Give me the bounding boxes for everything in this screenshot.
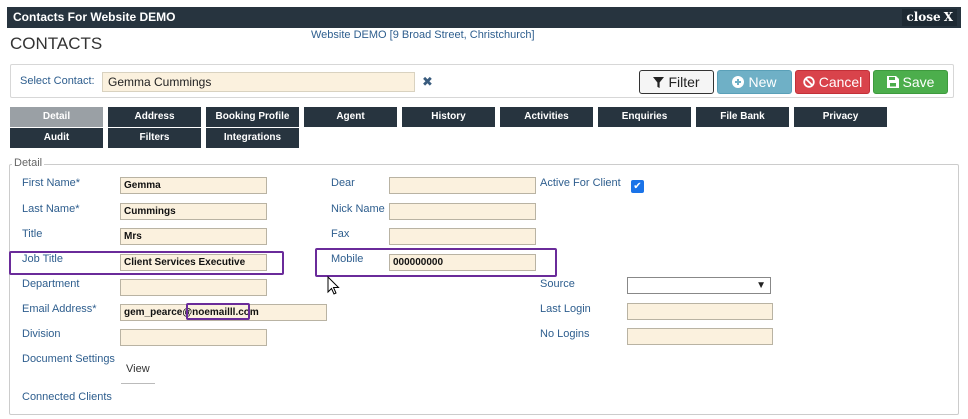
- tab-audit[interactable]: Audit: [10, 128, 103, 148]
- ban-icon: [803, 76, 815, 88]
- close-icon: X: [943, 10, 953, 24]
- filter-button[interactable]: Filter: [639, 70, 714, 94]
- title-label: Title: [22, 228, 43, 240]
- chevron-down-icon: ▼: [756, 280, 766, 291]
- document-settings-label: Document Settings: [22, 353, 115, 365]
- division-field[interactable]: [120, 329, 267, 346]
- mobile-highlight: [315, 248, 557, 277]
- page-title: CONTACTS: [10, 34, 103, 53]
- title-field[interactable]: Mrs: [120, 228, 267, 245]
- filter-label: Filter: [668, 74, 700, 90]
- cancel-label: Cancel: [818, 74, 863, 90]
- tab-agent[interactable]: Agent: [304, 107, 397, 127]
- cancel-button[interactable]: Cancel: [795, 70, 870, 94]
- tab-privacy[interactable]: Privacy: [794, 107, 887, 127]
- save-button[interactable]: Save: [873, 70, 948, 94]
- source-select[interactable]: ▼: [627, 277, 771, 294]
- mouse-cursor-icon: [327, 276, 340, 295]
- dear-field[interactable]: [389, 177, 536, 194]
- no-logins-field[interactable]: [627, 328, 773, 345]
- tab-activities[interactable]: Activities: [500, 107, 593, 127]
- floppy-icon: [886, 76, 899, 88]
- last-name-label: Last Name*: [22, 203, 80, 215]
- tab-address[interactable]: Address: [108, 107, 201, 127]
- no-logins-label: No Logins: [540, 328, 590, 340]
- tab-file-bank[interactable]: File Bank: [696, 107, 789, 127]
- tab-filters[interactable]: Filters: [108, 128, 201, 148]
- tab-enquiries[interactable]: Enquiries: [598, 107, 691, 127]
- window-titlebar: Contacts For Website DEMO close X: [7, 7, 961, 28]
- last-name-field[interactable]: Cummings: [120, 203, 267, 220]
- document-settings-view-link[interactable]: View: [126, 363, 150, 375]
- nick-name-field[interactable]: [389, 203, 536, 220]
- tab-integrations[interactable]: Integrations: [206, 128, 299, 148]
- last-login-field[interactable]: [627, 303, 773, 320]
- window-title: Contacts For Website DEMO: [13, 10, 176, 24]
- department-label: Department: [22, 278, 80, 290]
- select-contact-input[interactable]: Gemma Cummings: [102, 72, 415, 92]
- site-name: Website DEMO [9 Broad Street, Christchur…: [311, 29, 535, 41]
- clear-contact-icon[interactable]: ✖: [422, 74, 433, 90]
- filter-icon: [653, 77, 665, 88]
- fax-label: Fax: [331, 228, 350, 240]
- new-button[interactable]: New: [717, 70, 792, 94]
- tab-history[interactable]: History: [402, 107, 495, 127]
- job-title-highlight: [9, 251, 284, 275]
- save-label: Save: [902, 74, 935, 90]
- connected-clients-label: Connected Clients: [22, 391, 112, 403]
- active-for-client-label: Active For Client: [540, 177, 621, 189]
- nick-name-label: Nick Name: [331, 203, 385, 215]
- plus-circle-icon: [732, 76, 745, 88]
- close-button[interactable]: close X: [902, 9, 957, 26]
- first-name-field[interactable]: Gemma: [120, 177, 267, 194]
- source-label: Source: [540, 278, 575, 290]
- first-name-label: First Name*: [22, 177, 81, 189]
- email-label: Email Address*: [22, 303, 97, 315]
- fax-field[interactable]: [389, 228, 536, 245]
- dear-label: Dear: [331, 177, 355, 189]
- close-label: close: [906, 10, 941, 24]
- department-field[interactable]: [120, 279, 267, 296]
- email-domain-highlight: [186, 303, 250, 320]
- detail-legend: Detail: [12, 157, 45, 169]
- new-label: New: [748, 74, 777, 90]
- active-for-client-checkbox[interactable]: ✔: [631, 180, 644, 193]
- select-contact-label: Select Contact:: [20, 75, 95, 87]
- division-label: Division: [22, 328, 61, 340]
- tab-booking-profile[interactable]: Booking Profile: [206, 107, 299, 127]
- checkmark-icon: ✔: [633, 181, 642, 192]
- last-login-label: Last Login: [540, 303, 591, 315]
- view-link-divider: [121, 383, 155, 384]
- tab-detail[interactable]: Detail: [10, 107, 103, 127]
